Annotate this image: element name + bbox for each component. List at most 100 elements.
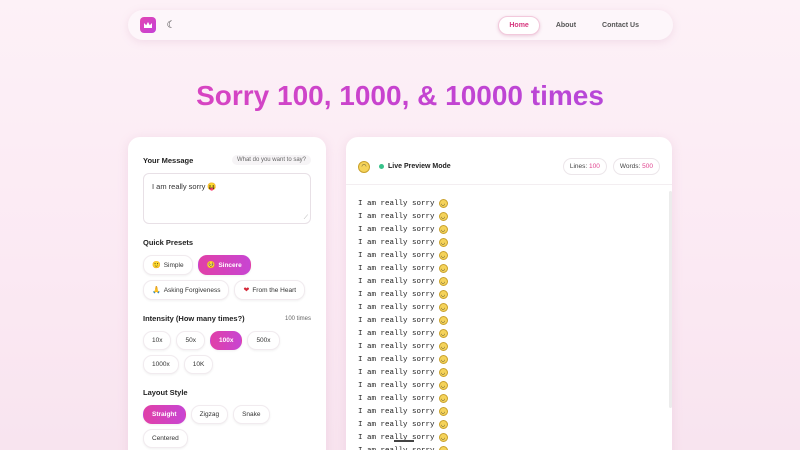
preview-line: I am really sorry◡: [358, 353, 660, 366]
preview-line: I am really sorry◡: [358, 327, 660, 340]
presets-label: Quick Presets: [143, 238, 194, 247]
preset-label: Asking Forgiveness: [163, 286, 221, 294]
grinning-face-icon: ◡: [438, 342, 448, 351]
smile-icon: 🙂: [152, 261, 161, 269]
intensity-10k-button[interactable]: 10K: [183, 355, 214, 374]
preview-line: I am really sorry◡: [358, 275, 660, 288]
preview-panel: ◠ Live Preview Mode Lines: 100 Words: 50…: [346, 137, 672, 450]
preview-line-text: I am really sorry: [358, 420, 435, 429]
preview-line: I am really sorry◡: [358, 431, 660, 444]
grinning-face-icon: ◡: [438, 394, 448, 403]
layout-label: Layout Style: [143, 388, 188, 397]
intensity-value: 100 times: [284, 315, 311, 322]
preview-line-text: I am really sorry: [358, 329, 435, 338]
grinning-face-icon: ◡: [438, 420, 448, 429]
preset-sincere-button[interactable]: 🥺 Sincere: [197, 255, 251, 275]
pleading-face-icon: 🥺: [206, 261, 216, 269]
layout-snake-button[interactable]: Snake: [233, 405, 270, 424]
navbar: ☾ Home About Contact Us: [128, 10, 673, 40]
message-input[interactable]: I am really sorry 😝 ⟋: [143, 173, 311, 224]
message-label: Your Message: [143, 155, 194, 165]
preview-line-text: I am really sorry: [358, 290, 435, 299]
preview-line: I am really sorry◡: [358, 197, 660, 210]
preview-line: I am really sorry◡: [358, 236, 660, 249]
words-value: 500: [642, 163, 653, 170]
grinning-face-icon: ◡: [438, 303, 448, 312]
preview-line: I am really sorry◡: [358, 392, 660, 405]
preset-label: Sincere: [218, 261, 242, 269]
layout-straight-button[interactable]: Straight: [143, 405, 186, 424]
praying-hands-icon: 🙏: [152, 286, 161, 294]
moon-icon[interactable]: ☾: [164, 18, 178, 32]
words-count-badge: Words: 500: [612, 158, 660, 175]
preview-line-text: I am really sorry: [358, 303, 435, 312]
layout-group: Straight Zigzag Snake Centered: [143, 405, 311, 448]
resize-handle-icon[interactable]: ⟋: [304, 215, 308, 222]
lines-value: 100: [589, 163, 600, 170]
preview-line-text: I am really sorry: [358, 394, 435, 403]
intensity-100x-button[interactable]: 100x: [209, 331, 243, 350]
grinning-face-icon: ◡: [438, 368, 448, 377]
intensity-50x-button[interactable]: 50x: [176, 331, 205, 350]
preview-line-text: I am really sorry: [358, 212, 435, 221]
preview-line-text: I am really sorry: [358, 238, 435, 247]
preview-line: I am really sorry◡: [358, 405, 660, 418]
preview-line: I am really sorry◡: [358, 301, 660, 314]
preview-line-text: I am really sorry: [358, 225, 435, 234]
words-label: Words:: [619, 163, 641, 170]
heart-icon: ❤: [243, 286, 250, 294]
preview-line: I am really sorry◡: [358, 418, 660, 431]
preview-output[interactable]: I am really sorry ◡ I am really sorry ◡ I am…: [346, 185, 672, 450]
preview-line: I am really sorry◡: [358, 210, 660, 223]
grinning-face-icon: ◡: [438, 238, 448, 247]
preview-line-text: I am really sorry: [358, 199, 435, 208]
preset-forgiveness-button[interactable]: 🙏 Asking Forgiveness: [143, 280, 230, 300]
intensity-500x-button[interactable]: 500x: [247, 331, 280, 350]
grinning-face-icon: ◡: [438, 329, 448, 338]
preview-title: Live Preview Mode: [388, 163, 451, 170]
grinning-face-icon: ◡: [438, 264, 448, 273]
preset-label: Simple: [163, 261, 184, 269]
intensity-group: 10x 50x 100x 500x 1000x 10K: [143, 331, 311, 374]
intensity-10x-button[interactable]: 10x: [143, 331, 172, 350]
preset-label: From the Heart: [252, 286, 297, 294]
preview-line-text: I am really sorry: [358, 407, 435, 416]
preview-line: I am really sorry◡: [358, 223, 660, 236]
grinning-face-icon: ◡: [438, 381, 448, 390]
preview-line-text: I am really sorry: [358, 342, 435, 351]
nav-links: Home About Contact Us: [498, 15, 649, 35]
presets-group: 🙂 Simple 🥺 Sincere 🙏 Asking Forgiveness …: [143, 255, 311, 300]
page-scroll-indicator[interactable]: [394, 440, 414, 442]
grinning-face-icon: ◠: [358, 160, 370, 173]
preview-line-text: I am really sorry: [358, 447, 435, 450]
preset-simple-button[interactable]: 🙂 Simple: [143, 255, 193, 275]
grinning-face-icon: ◡: [438, 212, 448, 221]
lines-count-badge: Lines: 100: [562, 158, 607, 175]
preview-line: I am really sorry◡: [358, 288, 660, 301]
preview-line: I am really sorry◡: [358, 366, 660, 379]
layout-zigzag-button[interactable]: Zigzag: [190, 405, 229, 424]
intensity-1000x-button[interactable]: 1000x: [143, 355, 179, 374]
nav-about-link[interactable]: About: [546, 17, 586, 34]
nav-contact-link[interactable]: Contact Us: [592, 17, 649, 34]
preview-line-text: I am really sorry: [358, 277, 435, 286]
preview-line: I am really sorry◡: [358, 314, 660, 327]
grinning-face-icon: ◡: [438, 199, 448, 208]
grinning-face-icon: ◡: [438, 277, 448, 286]
page-title: Sorry 100, 1000, & 10000 times: [0, 80, 800, 112]
live-status-dot: [379, 164, 384, 169]
crown-logo-icon[interactable]: [140, 17, 156, 33]
grinning-face-icon: ◡: [438, 446, 448, 450]
lines-label: Lines:: [569, 163, 588, 170]
layout-centered-button[interactable]: Centered: [143, 429, 188, 448]
grinning-face-icon: ◡: [438, 251, 448, 260]
preview-line-text: I am really sorry: [358, 264, 435, 273]
grinning-face-icon: ◡: [438, 355, 448, 364]
preview-scrollbar[interactable]: [669, 191, 672, 408]
preset-heart-button[interactable]: ❤ From the Heart: [234, 280, 306, 300]
preview-line: I am really sorry◡: [358, 379, 660, 392]
preview-line-text: I am really sorry: [358, 316, 435, 325]
grinning-face-icon: ◡: [438, 433, 448, 442]
preview-line-text: I am really sorry: [358, 355, 435, 364]
nav-home-link[interactable]: Home: [498, 15, 540, 35]
